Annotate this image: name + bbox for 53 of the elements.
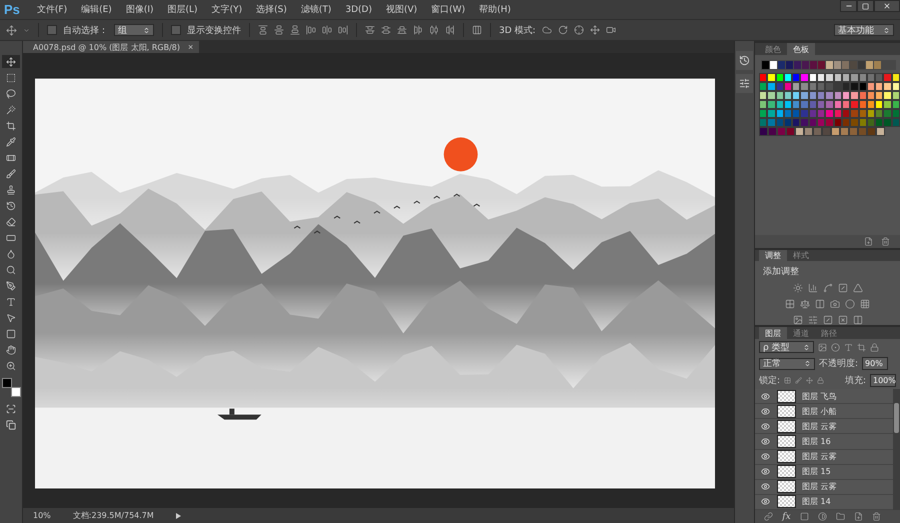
lock-label: 锁定:	[759, 374, 780, 387]
layer-row[interactable]: 图层 14	[755, 494, 893, 510]
show-transform-label: 显示变换控件	[187, 24, 241, 36]
layer-row[interactable]: 图层 16	[755, 434, 893, 450]
app-logo: Ps	[4, 2, 20, 17]
panel-tab[interactable]: 调整	[759, 250, 787, 261]
3d-mode-label: 3D 模式:	[499, 24, 536, 36]
layer-name: 图层 云雾	[802, 481, 837, 492]
panel-tab[interactable]: 通道	[787, 327, 815, 339]
auto-select-label: 自动选择：	[63, 24, 108, 36]
workspace-dropdown[interactable]: 基本功能	[834, 24, 894, 36]
panel-tab[interactable]: 色板	[787, 43, 815, 55]
layer-name: 图层 15	[802, 466, 831, 478]
panel-heading: 添加调整	[763, 266, 800, 278]
opacity-field[interactable]: 90%	[862, 357, 888, 370]
document-size: 文档:239.5M/754.7M	[72, 510, 154, 521]
blend-mode-dropdown[interactable]: 正常	[759, 358, 815, 370]
layer-name: 图层 飞鸟	[802, 390, 837, 402]
layer-name: 图层 云雾	[802, 451, 837, 462]
panel-tab[interactable]: 图层	[759, 327, 787, 339]
layer-name: 图层 16	[802, 436, 831, 447]
menu-item[interactable]: 图像(I)	[118, 3, 161, 16]
tab-close-button[interactable]: ×	[188, 42, 194, 52]
layer-row[interactable]: 图层 15	[755, 464, 893, 480]
auto-select-dropdown[interactable]: 组	[114, 24, 154, 36]
layer-row[interactable]: 图层 云雾	[755, 419, 893, 434]
menu-item[interactable]: 编辑(E)	[74, 3, 119, 16]
layer-row[interactable]: 图层 小船	[755, 404, 893, 420]
fill-label: 填充:	[844, 374, 866, 387]
menu-item[interactable]: 帮助(H)	[472, 3, 518, 16]
menu-item[interactable]: 滤镜(T)	[294, 3, 338, 16]
opacity-label: 不透明度:	[819, 358, 858, 370]
layer-name: 图层 小船	[802, 406, 837, 417]
layer-row[interactable]: 图层 飞鸟	[755, 389, 893, 404]
document-tab[interactable]: A0078.psd @ 10% (图层 太阳, RGB/8) ×	[23, 41, 200, 53]
menu-item[interactable]: 视图(V)	[378, 3, 424, 16]
layer-row[interactable]: 图层 云雾	[755, 480, 893, 495]
panel-tab[interactable]: 样式	[787, 250, 815, 261]
menu-item[interactable]: 窗口(W)	[424, 3, 472, 16]
zoom-level: 10%	[33, 511, 51, 520]
effects-icon[interactable]: fx	[782, 512, 791, 522]
menu-item[interactable]: 文字(Y)	[204, 3, 250, 16]
menu-item[interactable]: 文件(F)	[30, 3, 74, 16]
layer-row[interactable]: 图层 云雾	[755, 450, 893, 465]
fill-field[interactable]: 100%	[870, 374, 896, 387]
menu-item[interactable]: 图层(L)	[160, 3, 205, 16]
panel-tab[interactable]: 路径	[815, 327, 843, 339]
menu-item[interactable]: 选择(S)	[249, 3, 294, 16]
layer-name: 图层 云雾	[802, 420, 837, 432]
menu-item[interactable]: 3D(D)	[338, 4, 379, 14]
panel-tab[interactable]: 颜色	[759, 43, 787, 55]
layer-filter-dropdown[interactable]: ρ 类型	[759, 341, 814, 353]
layer-name: 图层 14	[802, 496, 831, 508]
